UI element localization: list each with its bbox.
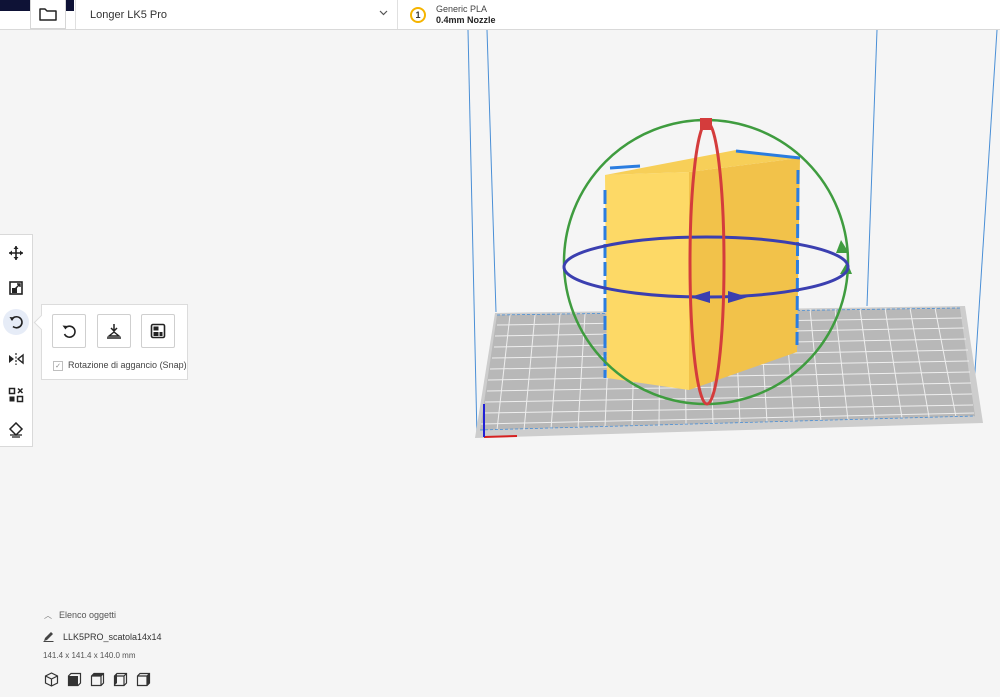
- printer-selector[interactable]: Longer LK5 Pro: [75, 0, 398, 29]
- snap-rotation-checkbox[interactable]: ✓: [53, 361, 63, 371]
- view-right-button[interactable]: [135, 671, 151, 687]
- material-selector[interactable]: 1 Generic PLA 0.4mm Nozzle: [400, 0, 496, 29]
- mirror-tool-button[interactable]: [3, 346, 29, 372]
- camera-view-buttons: [43, 671, 158, 687]
- 3d-view-icon: [44, 671, 58, 687]
- select-face-to-align-icon: [150, 323, 166, 339]
- chevron-down-icon: [379, 10, 388, 16]
- rotate-tool-panel: ✓ Rotazione di aggancio (Snap): [41, 304, 188, 380]
- right-view-icon: [136, 672, 150, 686]
- open-file-button[interactable]: [30, 0, 66, 29]
- scale-icon: [9, 281, 23, 295]
- lay-flat-button[interactable]: [97, 314, 131, 348]
- top-bar: Longer LK5 Pro 1 Generic PLA 0.4mm Nozzl…: [0, 0, 1000, 30]
- move-icon: [9, 246, 23, 260]
- extruder-badge: 1: [410, 6, 426, 23]
- folder-icon: [39, 8, 57, 21]
- header-strip: [0, 0, 30, 11]
- pencil-icon: [43, 632, 54, 642]
- chevron-up-icon: ︿: [44, 611, 52, 620]
- mirror-icon: [9, 353, 24, 365]
- nozzle-size: 0.4mm Nozzle: [436, 14, 496, 25]
- model-box[interactable]: [603, 149, 801, 390]
- view-front-button[interactable]: [66, 671, 82, 687]
- object-dimensions: 141.4 x 141.4 x 140.0 mm: [43, 651, 136, 660]
- left-view-icon: [113, 672, 127, 686]
- support-blocker-icon: [8, 422, 24, 438]
- select-face-to-align-button[interactable]: [141, 314, 175, 348]
- object-list-label: Elenco oggetti: [59, 610, 117, 620]
- view-3d-button[interactable]: [43, 671, 59, 687]
- rotate-tool-button[interactable]: [3, 309, 29, 335]
- object-name-row[interactable]: LLK5PRO_scatola14x14: [43, 631, 162, 642]
- object-list-toggle[interactable]: ︿ Elenco oggetti: [44, 610, 116, 621]
- move-tool-button[interactable]: [3, 240, 29, 266]
- reset-rotation-button[interactable]: [52, 314, 86, 348]
- view-left-button[interactable]: [112, 671, 128, 687]
- top-view-icon: [90, 672, 104, 686]
- view-top-button[interactable]: [89, 671, 105, 687]
- per-model-settings-button[interactable]: [3, 382, 29, 408]
- rotate-icon: [9, 316, 23, 329]
- tool-toolbar: [0, 234, 33, 447]
- scale-tool-button[interactable]: [3, 275, 29, 301]
- extruder-number: 1: [415, 9, 421, 20]
- object-name: LLK5PRO_scatola14x14: [63, 631, 162, 642]
- printer-name: Longer LK5 Pro: [90, 8, 168, 21]
- header-strip: [66, 0, 74, 11]
- lay-flat-icon: [107, 324, 121, 339]
- front-view-icon: [67, 672, 81, 686]
- support-blocker-button[interactable]: [3, 417, 29, 443]
- per-model-settings-icon: [8, 387, 24, 403]
- reset-rotation-icon: [62, 325, 76, 338]
- snap-rotation-label: Rotazione di aggancio (Snap): [68, 360, 187, 370]
- material-name: Generic PLA: [436, 3, 488, 14]
